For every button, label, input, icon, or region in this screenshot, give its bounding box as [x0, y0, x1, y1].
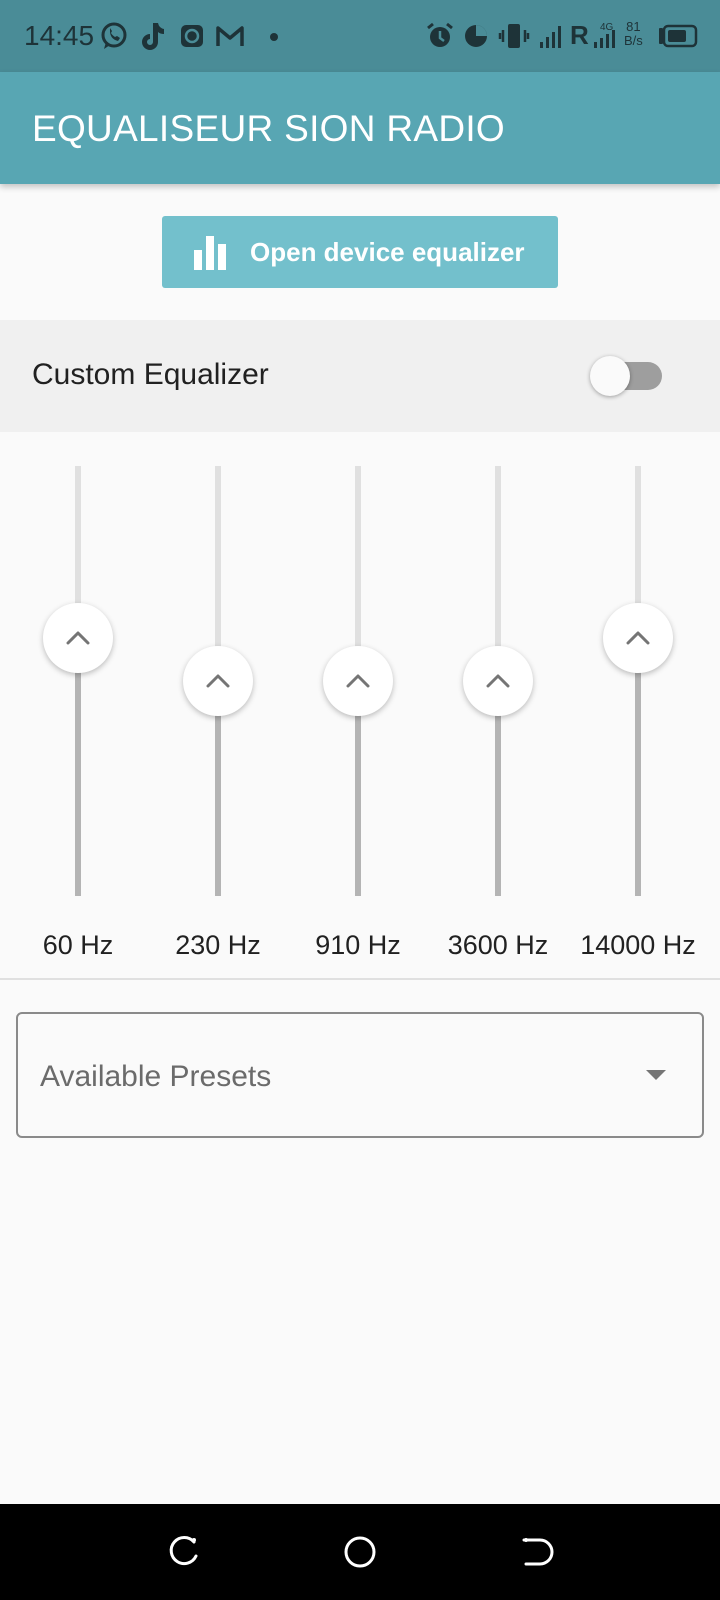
band-slider[interactable] [568, 466, 708, 896]
data-usage-icon [465, 25, 487, 47]
chevron-up-icon [486, 674, 510, 688]
slider-track-active[interactable] [75, 638, 81, 896]
custom-equalizer-toggle-thumb[interactable] [590, 356, 630, 396]
tiktok-icon [142, 23, 164, 50]
navigation-bar [0, 1504, 720, 1600]
band-slider[interactable] [8, 466, 148, 896]
band-label: 14000 Hz [580, 930, 696, 960]
app-b-icon [181, 25, 203, 47]
battery-icon [659, 24, 698, 48]
net-speed: 81 B/s [624, 20, 643, 48]
slider-thumb[interactable] [463, 646, 533, 716]
slider-thumb[interactable] [43, 603, 113, 673]
gmail-icon [216, 26, 244, 46]
net-speed-value: 81 [626, 19, 641, 34]
band-label: 60 Hz [42, 930, 114, 960]
back-icon[interactable] [516, 1532, 556, 1572]
slider-track-active[interactable] [635, 638, 641, 896]
band-label: 3600 Hz [447, 930, 549, 960]
presets-placeholder: Available Presets [40, 1060, 272, 1093]
slider-thumb[interactable] [603, 603, 673, 673]
slider-thumb[interactable] [183, 646, 253, 716]
notification-dot [270, 33, 278, 41]
status-bar: 14:45 R 4G 81 B/s [0, 0, 720, 72]
net-speed-unit: B/s [624, 33, 643, 48]
whatsapp-icon [101, 22, 127, 49]
app-title: EQUALISEUR SION RADIO [32, 108, 506, 149]
open-device-equalizer-label: Open device equalizer [250, 237, 525, 267]
recents-icon[interactable] [164, 1532, 204, 1572]
vibrate-icon [498, 24, 530, 48]
chevron-up-icon [66, 631, 90, 645]
band-slider[interactable] [148, 466, 288, 896]
band-slider[interactable] [428, 466, 568, 896]
divider [0, 978, 720, 980]
equalizer-bars-icon [194, 236, 226, 270]
carrier-indicator: R [570, 20, 589, 50]
slider-thumb[interactable] [323, 646, 393, 716]
alarm-icon [427, 22, 453, 47]
status-time: 14:45 [24, 20, 95, 51]
band-slider[interactable] [288, 466, 428, 896]
dropdown-arrow-icon [646, 1070, 666, 1080]
band-label: 230 Hz [175, 930, 261, 960]
open-device-equalizer-button[interactable]: Open device equalizer [162, 216, 558, 288]
chevron-up-icon [206, 674, 230, 688]
network-type: 4G [600, 22, 614, 33]
presets-dropdown[interactable]: Available Presets [16, 1012, 704, 1138]
custom-equalizer-label: Custom Equalizer [32, 358, 269, 391]
signal-4g-icon: 4G [594, 22, 615, 48]
home-icon[interactable] [340, 1532, 380, 1572]
band-label: 910 Hz [315, 930, 401, 960]
chevron-up-icon [346, 674, 370, 688]
signal-icon [540, 26, 561, 48]
app-bar: EQUALISEUR SION RADIO [0, 72, 720, 184]
chevron-up-icon [626, 631, 650, 645]
